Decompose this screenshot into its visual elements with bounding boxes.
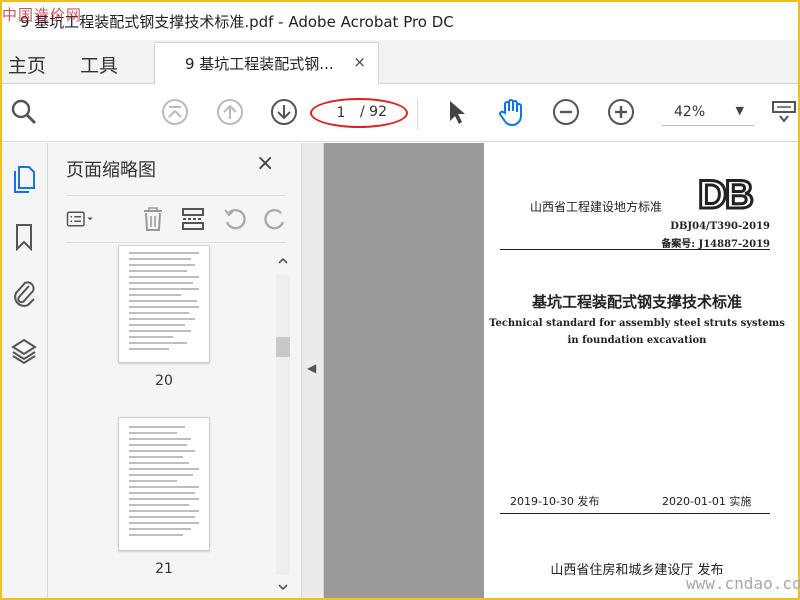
search-icon[interactable] <box>8 96 40 128</box>
previous-page-icon[interactable] <box>214 96 246 128</box>
more-tools-icon[interactable] <box>768 96 798 128</box>
collapse-panel-handle[interactable]: ◀ <box>302 143 324 598</box>
document-code: DBJ04/T390-2019 <box>670 221 770 232</box>
header-rule <box>500 249 770 250</box>
thumbnail-label-21: 21 <box>155 561 173 577</box>
rotate-left-icon[interactable] <box>220 204 250 234</box>
tab-document[interactable]: 9 基坑工程装配式钢... × <box>154 42 379 84</box>
thumbnail-options-icon[interactable] <box>66 204 96 234</box>
panel-toolbar <box>66 195 286 243</box>
left-rail <box>2 143 48 598</box>
panel-scrollbar[interactable] <box>276 255 290 595</box>
document-page: 山西省工程建设地方标准 DB DBJ04/T390-2019 备案号: J148… <box>484 143 798 598</box>
scroll-up-icon[interactable] <box>277 255 289 267</box>
document-record-number: 备案号: J14887-2019 <box>661 239 770 250</box>
toolbar-divider <box>417 98 418 130</box>
close-tab-icon[interactable]: × <box>353 53 366 71</box>
tab-home[interactable]: 主页 <box>8 51 46 78</box>
watermark-bottom-right: www.cndao.com <box>686 574 800 593</box>
document-tab-label: 9 基坑工程装配式钢... <box>185 55 334 73</box>
next-page-icon[interactable] <box>268 96 300 128</box>
tab-tools[interactable]: 工具 <box>80 51 118 78</box>
zoom-in-icon[interactable] <box>605 96 637 128</box>
close-panel-icon[interactable]: × <box>256 151 274 176</box>
chevron-down-icon: ▼ <box>735 104 744 117</box>
app-window: 9 基坑工程装配式钢支撑技术标准.pdf - Adobe Acrobat Pro… <box>2 2 798 598</box>
footer-rule <box>500 513 770 514</box>
document-viewport[interactable]: 山西省工程建设地方标准 DB DBJ04/T390-2019 备案号: J148… <box>324 143 798 598</box>
thumbnails-panel: 页面缩略图 × 20 21 <box>48 143 302 598</box>
scroll-down-icon[interactable] <box>277 581 289 593</box>
layers-icon[interactable] <box>8 335 40 367</box>
thumbnail-list: 20 21 <box>66 245 274 598</box>
zoom-value: 42% <box>674 104 706 120</box>
scroll-track[interactable] <box>276 275 290 575</box>
bookmark-icon[interactable] <box>8 221 40 253</box>
attachment-icon[interactable] <box>8 277 40 309</box>
extract-page-icon[interactable] <box>178 204 208 234</box>
zoom-dropdown[interactable]: 42% ▼ <box>662 100 754 126</box>
delete-page-icon[interactable] <box>138 204 168 234</box>
issue-date: 2019-10-30 发布 <box>510 495 600 508</box>
page-number-input[interactable] <box>322 102 360 124</box>
page-thumbnails-icon[interactable] <box>8 163 40 195</box>
document-title-cn: 基坑工程装配式钢支撑技术标准 <box>531 293 742 311</box>
panel-title: 页面缩略图 <box>66 160 156 181</box>
scroll-thumb[interactable] <box>276 337 290 357</box>
watermark-top-left: 中国造价网 <box>2 6 83 24</box>
zoom-out-icon[interactable] <box>550 96 582 128</box>
thumbnail-label-20: 20 <box>155 373 173 389</box>
toolbar: / 92 42% ▼ <box>2 84 798 142</box>
rotate-right-icon[interactable] <box>260 204 290 234</box>
document-title-en-line1: Technical standard for assembly steel st… <box>489 318 785 329</box>
document-title-en-line2: in foundation excavation <box>567 335 707 346</box>
select-pointer-icon[interactable] <box>440 96 472 128</box>
db-logo: DB <box>697 172 756 219</box>
first-page-icon[interactable] <box>159 96 191 128</box>
document-agency: 山西省工程建设地方标准 <box>530 200 663 214</box>
effective-date: 2020-01-01 实施 <box>662 495 752 508</box>
page-total-label: / 92 <box>360 104 387 120</box>
thumbnail-page-20[interactable] <box>118 245 210 363</box>
tab-row: 主页 工具 9 基坑工程装配式钢... × <box>2 40 798 84</box>
title-bar: 9 基坑工程装配式钢支撑技术标准.pdf - Adobe Acrobat Pro… <box>2 2 798 40</box>
thumbnail-page-21[interactable] <box>118 417 210 551</box>
chevron-left-icon: ◀ <box>307 361 317 375</box>
hand-tool-icon[interactable] <box>495 96 527 128</box>
window-title: 9 基坑工程装配式钢支撑技术标准.pdf - Adobe Acrobat Pro… <box>20 13 454 31</box>
